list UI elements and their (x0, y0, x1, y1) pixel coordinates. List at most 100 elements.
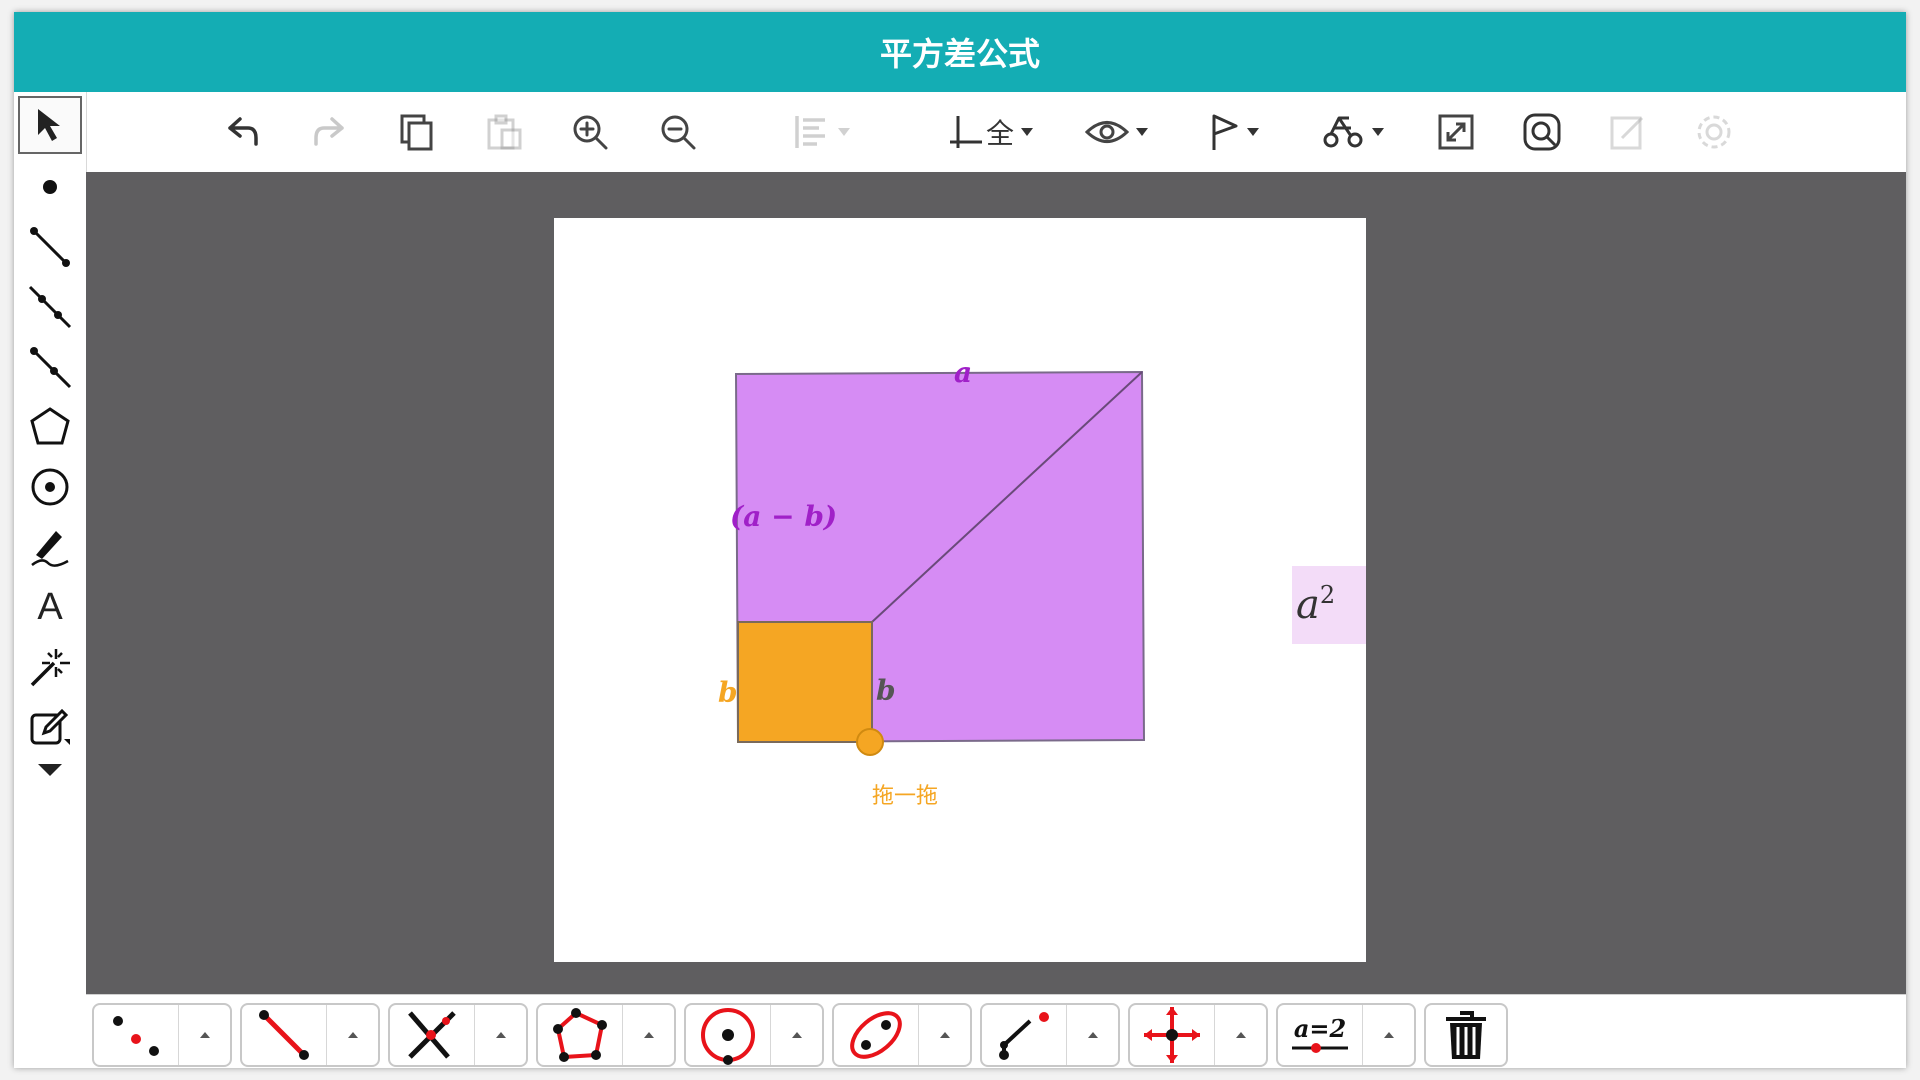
move-axes-tool-group[interactable] (1128, 1003, 1268, 1067)
delete-button[interactable] (1424, 1003, 1508, 1067)
edit-button[interactable] (1598, 102, 1658, 162)
intersect-tool-group[interactable] (388, 1003, 528, 1067)
settings-button[interactable] (1684, 102, 1744, 162)
points-tool-button[interactable] (94, 1005, 179, 1065)
eye-icon (1085, 121, 1129, 143)
intersect-tool-button[interactable] (390, 1005, 475, 1065)
curve-tool-icon (999, 1012, 1049, 1060)
text-tool[interactable]: A (18, 578, 82, 636)
zoom-out-button[interactable] (648, 102, 708, 162)
polygon-tool-caret[interactable] (623, 1005, 674, 1065)
align-icon (795, 116, 825, 148)
circle-tool-caret[interactable] (771, 1005, 822, 1065)
polygon-tool[interactable] (18, 398, 82, 456)
curve-tool-caret[interactable] (1067, 1005, 1118, 1065)
sparkle-icon (30, 649, 70, 687)
redo-button[interactable] (300, 102, 360, 162)
slider-tool-button[interactable]: a=2 (1278, 1005, 1363, 1065)
move-tool[interactable] (18, 96, 82, 154)
trace-icon (1323, 116, 1363, 148)
slider-tool-caret[interactable] (1363, 1005, 1414, 1065)
chevron-down-icon (838, 128, 850, 136)
slider-tool-group[interactable]: a=2 (1276, 1003, 1416, 1067)
chevron-down-icon (1247, 128, 1259, 136)
segment-tool-button[interactable] (242, 1005, 327, 1065)
points-tool-icon (113, 1016, 159, 1056)
align-button[interactable] (776, 102, 866, 162)
edit-tool[interactable] (18, 698, 82, 756)
trace-button[interactable] (1308, 102, 1398, 162)
copy-button[interactable] (386, 102, 446, 162)
arrow-icon (38, 109, 60, 141)
curve-tool-button[interactable] (982, 1005, 1067, 1065)
segment-tool[interactable] (18, 218, 82, 276)
point-tool[interactable] (18, 158, 82, 216)
geometry-drawing[interactable] (554, 218, 1366, 962)
move-axes-tool-caret[interactable] (1215, 1005, 1266, 1065)
view-button[interactable] (1072, 102, 1162, 162)
more-tool[interactable] (18, 750, 82, 790)
paste-icon (487, 114, 522, 150)
edit-icon (1610, 116, 1644, 150)
label-b-right: b (876, 674, 896, 707)
caret-up-icon (1383, 1032, 1394, 1038)
ray-tool[interactable] (18, 338, 82, 396)
polygon-tool-button[interactable] (538, 1005, 623, 1065)
text-tool-label: A (37, 585, 63, 628)
graphics-view[interactable]: a (a − b) b b 拖一拖 a2 (86, 172, 1906, 994)
drag-hint-label: 拖一拖 (872, 784, 939, 809)
label-a: a (954, 356, 973, 389)
circle-icon (31, 468, 69, 506)
curve-tool-group[interactable] (980, 1003, 1120, 1067)
flag-icon (1212, 114, 1238, 150)
point-icon (43, 180, 57, 194)
segment-tool-group[interactable] (240, 1003, 380, 1067)
undo-icon (228, 117, 258, 146)
pen-tool[interactable] (18, 518, 82, 576)
axes-button[interactable]: 全 (936, 102, 1046, 162)
zoom-in-button[interactable] (560, 102, 620, 162)
ellipse-tool-group[interactable] (832, 1003, 972, 1067)
search-button[interactable] (1512, 102, 1572, 162)
polygon-tool-group[interactable] (536, 1003, 676, 1067)
caret-up-icon (1235, 1032, 1246, 1038)
formula-exponent: 2 (1319, 581, 1336, 609)
flag-button[interactable] (1194, 102, 1274, 162)
points-tool-caret[interactable] (179, 1005, 230, 1065)
caret-up-icon (939, 1032, 950, 1038)
formula-base: a (1296, 582, 1320, 628)
chevron-down-icon (1136, 128, 1148, 136)
paste-button[interactable] (474, 102, 534, 162)
formula-box: a2 (1292, 566, 1366, 644)
slider-tool-icon (1292, 1043, 1348, 1053)
caret-up-icon (347, 1032, 358, 1038)
segment-tool-icon (259, 1010, 309, 1060)
line-icon (28, 285, 72, 329)
move-axes-tool-button[interactable] (1130, 1005, 1215, 1065)
circle-tool[interactable] (18, 458, 82, 516)
intersect-tool-caret[interactable] (475, 1005, 526, 1065)
title-bar: 平方差公式 (14, 12, 1906, 92)
caret-up-icon (495, 1032, 506, 1038)
search-icon (1523, 113, 1561, 151)
chevron-down-icon (1372, 128, 1384, 136)
move-axes-tool-icon (1144, 1007, 1200, 1063)
fullscreen-button[interactable] (1426, 102, 1486, 162)
trash-icon (1446, 1011, 1486, 1059)
line-tool[interactable] (18, 278, 82, 336)
app-window: 平方差公式 全 A a (a − b) b b 拖一拖 a 2 a=2 (14, 12, 1906, 1068)
points-tool-group[interactable] (92, 1003, 232, 1067)
segment-icon (30, 227, 70, 267)
circle-tool-group[interactable] (684, 1003, 824, 1067)
circle-tool-button[interactable] (686, 1005, 771, 1065)
intersect-tool-icon (408, 1011, 456, 1059)
top-toolbar: 全 (86, 92, 1906, 173)
caret-up-icon (643, 1032, 654, 1038)
special-tool[interactable] (18, 638, 82, 696)
segment-tool-caret[interactable] (327, 1005, 378, 1065)
pen-icon (31, 531, 69, 567)
ellipse-tool-caret[interactable] (919, 1005, 970, 1065)
ellipse-tool-button[interactable] (834, 1005, 919, 1065)
undo-button[interactable] (212, 102, 272, 162)
ray-icon (30, 347, 72, 389)
